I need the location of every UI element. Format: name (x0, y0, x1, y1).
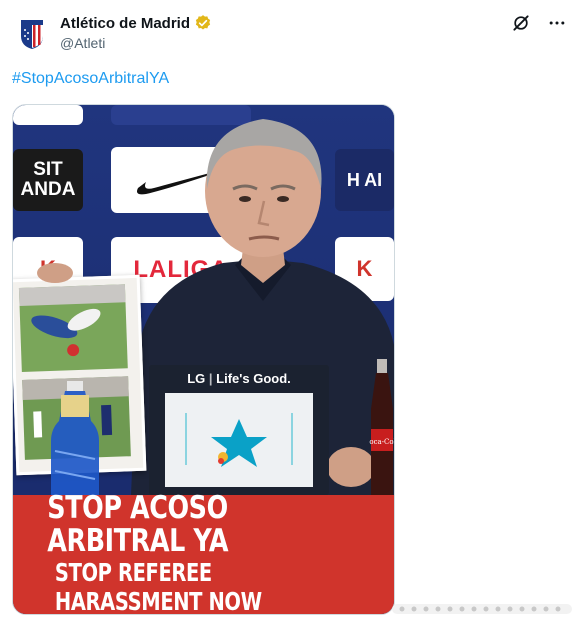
watermark-dots (392, 604, 572, 614)
tweet-actions (510, 12, 568, 34)
lg-monitor: LG | Life's Good. (149, 365, 329, 495)
lg-brand: LG (187, 371, 206, 386)
lg-header: LG | Life's Good. (149, 371, 329, 386)
tweet-image[interactable]: SIT ANDA H AI K LALIGA K (12, 104, 395, 615)
holding-finger (37, 263, 73, 283)
hashtag-link[interactable]: #StopAcosoArbitralYA (12, 70, 169, 88)
more-icon[interactable] (546, 12, 568, 34)
verified-badge-icon (194, 14, 212, 32)
slogan-line-1: STOP ACOSO ARBITRAL YA (47, 490, 229, 559)
avatar[interactable] (12, 14, 52, 54)
caixabank-star-icon (185, 413, 293, 467)
monitor-screen (165, 393, 313, 487)
cola-bottle: Coca-Cola (369, 359, 395, 499)
account-handle[interactable]: @Atleti (60, 35, 105, 51)
lg-tagline: Life's Good. (216, 371, 291, 386)
grok-icon[interactable] (510, 12, 532, 34)
water-bottle (51, 381, 99, 501)
cola-label: Coca-Cola (369, 438, 395, 446)
atletico-crest-icon (21, 20, 43, 49)
slogan-banner: STOP ACOSO ARBITRAL YA STOP REFEREE HARA… (13, 490, 394, 615)
account-name[interactable]: Atlético de Madrid (60, 15, 190, 32)
lg-divider: | (208, 371, 217, 386)
account-name-row[interactable]: Atlético de Madrid (60, 14, 212, 32)
slogan-line-2: STOP REFEREE HARASSMENT NOW (54, 558, 262, 615)
